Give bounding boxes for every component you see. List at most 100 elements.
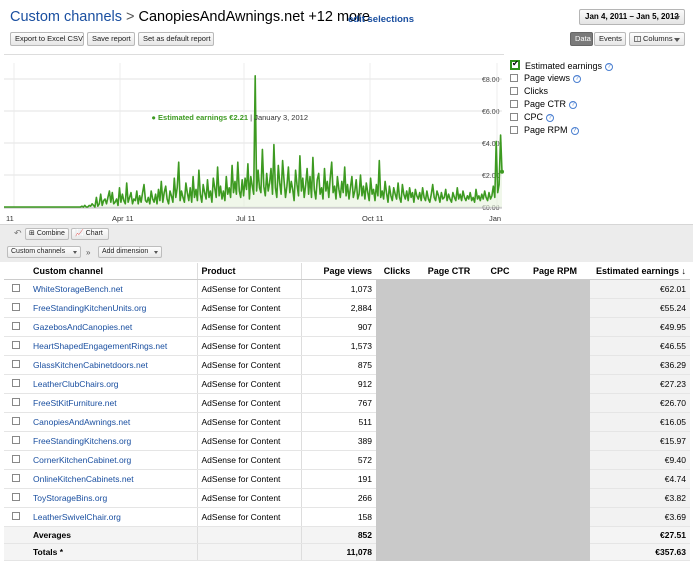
channel-link[interactable]: HeartShapedEngagementRings.net <box>33 341 167 351</box>
col-header-channel[interactable]: Custom channel <box>29 263 198 280</box>
col-header-cpc[interactable]: CPC <box>480 263 520 280</box>
channel-link[interactable]: WhiteStorageBench.net <box>33 284 123 294</box>
earnings-cell: €55.24 <box>590 298 690 318</box>
chart-button[interactable]: 📈 Chart <box>71 228 109 240</box>
row-checkbox[interactable] <box>12 359 20 368</box>
clicks-cell <box>376 450 418 470</box>
metric-selector: Estimated earnings?Page views?ClicksPage… <box>506 54 693 224</box>
summary-clicks-cell <box>376 543 418 561</box>
metric-option[interactable]: Page views? <box>510 73 582 85</box>
metric-option[interactable]: Clicks <box>510 86 548 98</box>
page-views-cell: 875 <box>301 355 376 375</box>
row-checkbox-cell <box>4 393 29 413</box>
col-header-page-ctr[interactable]: Page CTR <box>418 263 480 280</box>
table-row: OnlineKitchenCabinets.net AdSense for Con… <box>4 469 690 489</box>
cpc-cell <box>480 507 520 527</box>
page-ctr-cell <box>418 355 480 375</box>
channel-cell: CornerKitchenCabinet.org <box>29 450 198 470</box>
row-checkbox[interactable] <box>12 416 20 425</box>
summary-product-cell <box>197 543 302 561</box>
help-icon[interactable]: ? <box>546 114 555 122</box>
save-report-button[interactable]: Save report <box>87 32 135 46</box>
col-header-page-views[interactable]: Page views <box>301 263 376 280</box>
row-checkbox[interactable] <box>12 454 20 463</box>
columns-button[interactable]: Columns <box>629 32 685 46</box>
metric-label: CPC <box>524 112 544 122</box>
metric-checkbox[interactable] <box>510 126 518 134</box>
channel-link[interactable]: OnlineKitchenCabinets.net <box>33 474 134 484</box>
hover-point[interactable] <box>500 169 504 174</box>
x-tick-label: Oct 11 <box>362 214 384 223</box>
clicks-cell <box>376 317 418 337</box>
channel-link[interactable]: FreeStKitFurniture.net <box>33 398 117 408</box>
help-icon[interactable]: ? <box>573 75 582 83</box>
page-views-cell: 907 <box>301 317 376 337</box>
table-row: ToyStorageBins.org AdSense for Content 266… <box>4 488 690 508</box>
averages-page-views: 852 <box>301 526 376 544</box>
x-tick-label: 11 <box>6 214 14 223</box>
row-checkbox[interactable] <box>12 492 20 501</box>
page-rpm-cell <box>520 298 590 318</box>
metric-option[interactable]: Page RPM? <box>510 125 579 137</box>
help-icon[interactable]: ? <box>570 127 579 135</box>
col-header-product[interactable]: Product <box>197 263 302 280</box>
row-checkbox[interactable] <box>12 511 20 520</box>
col-header-clicks[interactable]: Clicks <box>376 263 418 280</box>
chevron-down-icon <box>154 251 158 254</box>
channel-link[interactable]: LeatherSwivelChair.org <box>33 512 121 522</box>
page-views-cell: 572 <box>301 450 376 470</box>
table-row: LeatherSwivelChair.org AdSense for Conten… <box>4 507 690 527</box>
metric-checkbox[interactable] <box>510 87 518 95</box>
row-checkbox-cell <box>4 374 29 394</box>
channel-link[interactable]: ToyStorageBins.org <box>33 493 107 503</box>
metric-checkbox[interactable] <box>510 59 520 70</box>
metric-option[interactable]: Page CTR? <box>510 99 578 111</box>
help-icon[interactable]: ? <box>605 63 614 71</box>
channel-link[interactable]: FreeStandingKitchens.org <box>33 436 131 446</box>
channel-link[interactable]: CornerKitchenCabinet.org <box>33 455 131 465</box>
set-default-report-button[interactable]: Set as default report <box>138 32 214 46</box>
export-csv-button[interactable]: Export to Excel CSV <box>10 32 84 46</box>
summary-cpc-cell <box>480 526 520 544</box>
row-checkbox[interactable] <box>12 340 20 349</box>
events-tab[interactable]: Events <box>594 32 626 46</box>
channel-cell: OnlineKitchenCabinets.net <box>29 469 198 489</box>
date-range-picker[interactable]: Jan 4, 2011 – Jan 5, 2012 <box>579 9 685 25</box>
metric-option[interactable]: Estimated earnings? <box>510 59 614 72</box>
undo-icon[interactable]: ↶ <box>14 228 22 239</box>
channel-link[interactable]: LeatherClubChairs.org <box>33 379 119 389</box>
breadcrumb-root-link[interactable]: Custom channels <box>10 9 122 25</box>
combine-button[interactable]: ⊞ Combine <box>25 228 69 240</box>
col-header-page-rpm[interactable]: Page RPM <box>520 263 590 280</box>
help-icon[interactable]: ? <box>569 101 578 109</box>
row-checkbox[interactable] <box>12 473 20 482</box>
add-dimension-dropdown[interactable]: Add dimension <box>98 246 162 258</box>
channel-link[interactable]: GlassKitchenCabinetdoors.net <box>33 360 148 370</box>
row-checkbox[interactable] <box>12 321 20 330</box>
metric-checkbox[interactable] <box>510 74 518 82</box>
metric-option[interactable]: CPC? <box>510 112 555 124</box>
row-checkbox[interactable] <box>12 397 20 406</box>
channel-link[interactable]: CanopiesAndAwnings.net <box>33 417 130 427</box>
data-tab[interactable]: Data <box>570 32 593 46</box>
edit-selections-link[interactable]: edit selections <box>348 14 414 25</box>
metric-checkbox[interactable] <box>510 113 518 121</box>
totals-label: Totals * <box>29 543 198 561</box>
channel-link[interactable]: FreeStandingKitchenUnits.org <box>33 303 146 313</box>
earnings-cell: €49.95 <box>590 317 690 337</box>
row-checkbox[interactable] <box>12 302 20 311</box>
product-cell: AdSense for Content <box>197 317 302 337</box>
row-checkbox-cell <box>4 298 29 318</box>
col-header-estimated-earnings[interactable]: Estimated earnings ↓ <box>590 263 690 280</box>
row-checkbox[interactable] <box>12 378 20 387</box>
row-checkbox[interactable] <box>12 283 20 292</box>
row-checkbox-cell <box>4 450 29 470</box>
row-checkbox-cell <box>4 317 29 337</box>
row-checkbox[interactable] <box>12 435 20 444</box>
totals-earnings: €357.63 <box>590 543 690 561</box>
dimension-dropdown[interactable]: Custom channels <box>7 246 81 258</box>
summary-cpc-cell <box>480 543 520 561</box>
metric-checkbox[interactable] <box>510 100 518 108</box>
table-row: FreeStandingKitchenUnits.org AdSense for … <box>4 298 690 318</box>
channel-link[interactable]: GazebosAndCanopies.net <box>33 322 132 332</box>
